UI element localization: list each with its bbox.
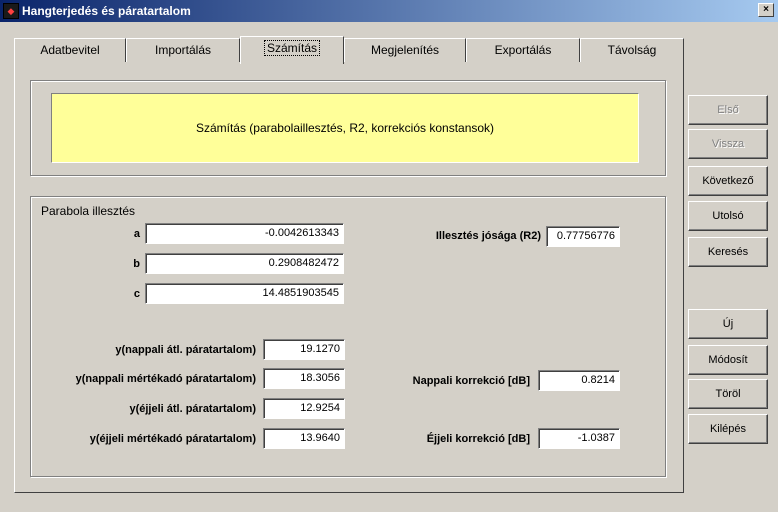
delete-button[interactable]: Töröl [688,379,768,409]
search-button[interactable]: Keresés [688,237,768,267]
app-icon: ◆ [3,3,19,19]
day-correction-label: Nappali korrekció [dB] [412,375,530,387]
r2-label: Illesztés jósága (R2) [435,230,541,242]
last-button[interactable]: Utolsó [688,201,768,231]
r2-field[interactable]: 0.77756776 [546,226,620,247]
tab-adatbevitel[interactable]: Adatbevitel [14,38,126,62]
exit-button[interactable]: Kilépés [688,414,768,444]
a-label: a [133,228,140,240]
c-label: c [133,288,140,300]
parabola-group-label: Parabola illesztés [40,204,137,218]
tab-szamitas[interactable]: Számítás [240,36,344,64]
night-correction-field[interactable]: -1.0387 [538,428,620,449]
back-button[interactable]: Vissza [688,129,768,159]
b-label: b [133,258,140,270]
window-title: Hangterjedés és páratartalom [22,4,191,18]
tab-exportalas[interactable]: Exportálás [466,38,580,62]
b-field[interactable]: 0.2908482472 [145,253,344,274]
close-button[interactable]: × [758,3,774,17]
y-day-avg-label: y(nappali átl. páratartalom) [115,344,256,356]
tab-importalas[interactable]: Importálás [126,38,240,62]
y-night-avg-field[interactable]: 12.9254 [263,398,345,419]
new-button[interactable]: Új [688,309,768,339]
y-day-avg-field[interactable]: 19.1270 [263,339,345,360]
calculation-banner: Számítás (parabolaillesztés, R2, korrekc… [51,93,639,163]
y-night-ref-label: y(éjjeli mértékadó páratartalom) [89,433,256,445]
y-night-ref-field[interactable]: 13.9640 [263,428,345,449]
y-day-ref-label: y(nappali mértékadó páratartalom) [75,373,256,385]
c-field[interactable]: 14.4851903545 [145,283,344,304]
a-field[interactable]: -0.0042613343 [145,223,344,244]
night-correction-label: Éjjeli korrekció [dB] [426,433,530,445]
tab-megjelenites[interactable]: Megjelenítés [344,38,466,62]
title-bar: ◆ Hangterjedés és páratartalom × [0,0,778,22]
day-correction-field[interactable]: 0.8214 [538,370,620,391]
tab-tavolsag[interactable]: Távolság [580,38,684,62]
y-night-avg-label: y(éjjeli átl. páratartalom) [129,403,256,415]
next-button[interactable]: Következő [688,166,768,196]
modify-button[interactable]: Módosít [688,345,768,375]
y-day-ref-field[interactable]: 18.3056 [263,368,345,389]
first-button[interactable]: Első [688,95,768,125]
